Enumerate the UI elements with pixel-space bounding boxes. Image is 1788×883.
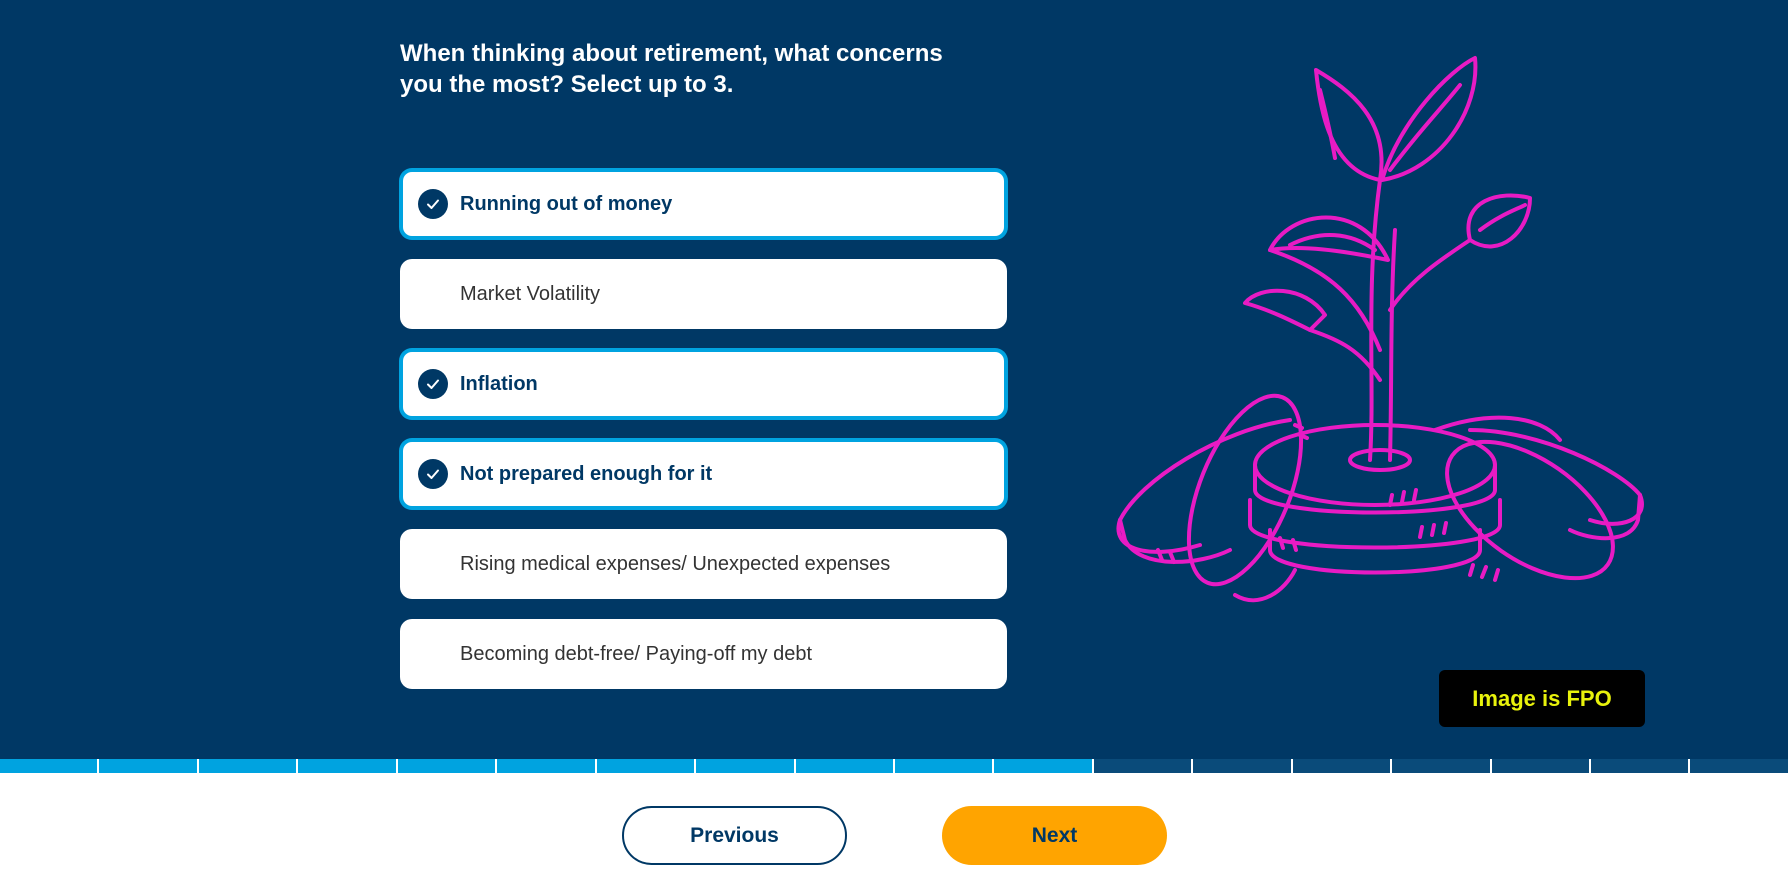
option-label: Running out of money (460, 192, 673, 215)
progress-segment (795, 759, 893, 773)
progress-segment (1591, 759, 1689, 773)
footer-nav: Previous Next (0, 773, 1788, 883)
progress-segment (298, 759, 396, 773)
option-label: Inflation (460, 372, 538, 395)
option-inflation[interactable]: Inflation (400, 349, 1007, 419)
progress-segment (696, 759, 794, 773)
option-not-prepared[interactable]: Not prepared enough for it (400, 439, 1007, 509)
progress-segment (0, 759, 98, 773)
progress-segment (198, 759, 297, 773)
progress-segment (1491, 759, 1589, 773)
progress-segment (1392, 759, 1490, 773)
option-label: Market Volatility (460, 282, 601, 305)
progress-segment (99, 759, 197, 773)
option-rising-medical-expenses[interactable]: Rising medical expenses/ Unexpected expe… (400, 529, 1007, 599)
progress-segment (994, 759, 1092, 773)
option-market-volatility[interactable]: Market Volatility (400, 259, 1007, 329)
checkmark-icon (418, 369, 448, 399)
option-label: Not prepared enough for it (460, 462, 713, 485)
progress-segment (1292, 759, 1391, 773)
option-becoming-debt-free[interactable]: Becoming debt-free/ Paying-off my debt (400, 619, 1007, 689)
fpo-badge: Image is FPO (1439, 670, 1645, 727)
progress-segment (497, 759, 595, 773)
next-button[interactable]: Next (942, 806, 1167, 865)
checkmark-icon (418, 189, 448, 219)
option-running-out-of-money[interactable]: Running out of money (400, 169, 1007, 239)
question-line-1: When thinking about retirement, what con… (400, 40, 943, 67)
progress-segment (1193, 759, 1291, 773)
progress-bar (0, 759, 1788, 773)
progress-segment (397, 759, 496, 773)
progress-segment (1690, 759, 1788, 773)
progress-segment (1093, 759, 1192, 773)
question-title: When thinking about retirement, what con… (400, 38, 1020, 100)
previous-button[interactable]: Previous (622, 806, 847, 865)
option-label: Becoming debt-free/ Paying-off my debt (460, 642, 813, 665)
hero-panel: When thinking about retirement, what con… (0, 0, 1788, 759)
checkmark-icon (418, 459, 448, 489)
question-line-2: you the most? Select up to 3. (400, 71, 734, 98)
progress-segment (596, 759, 695, 773)
progress-segment (894, 759, 993, 773)
plant-coins-illustration (1116, 56, 1644, 603)
option-label: Rising medical expenses/ Unexpected expe… (460, 552, 891, 575)
